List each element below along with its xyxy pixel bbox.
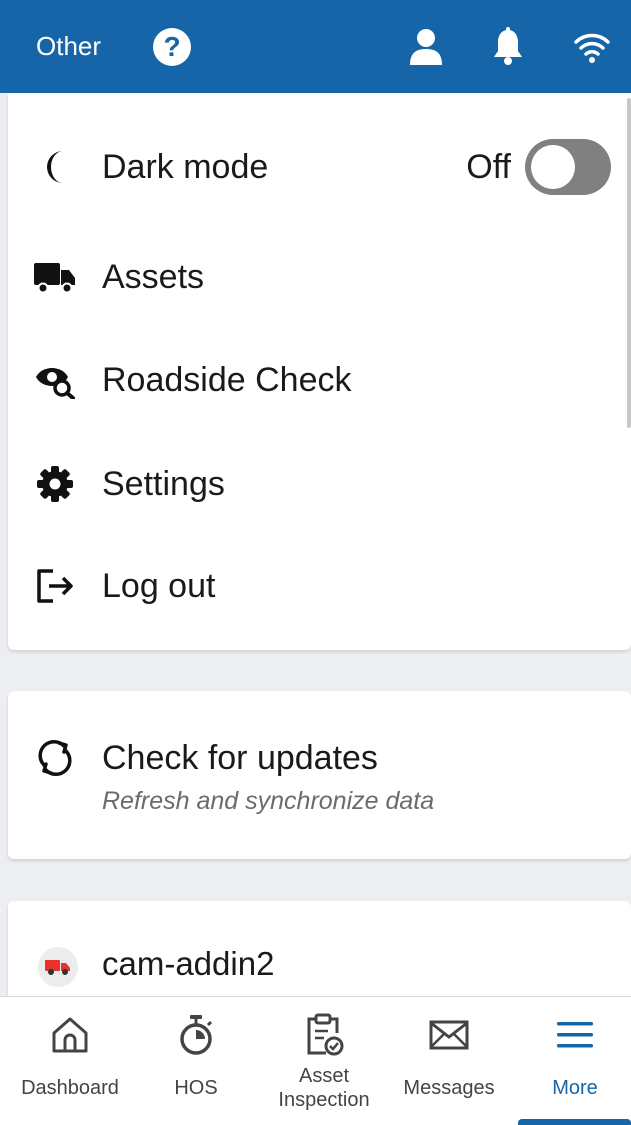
nav-label: Asset Inspection	[278, 1065, 370, 1111]
bell-icon[interactable]	[493, 26, 523, 67]
toggle-state-label: Off	[466, 147, 511, 186]
nav-dashboard[interactable]: Dashboard	[10, 997, 130, 1125]
menu-item-settings[interactable]: Settings	[8, 454, 631, 514]
toggle-knob	[531, 145, 575, 189]
menu-item-label: Settings	[102, 464, 225, 503]
envelope-icon	[427, 1013, 471, 1057]
logout-icon	[34, 565, 76, 607]
nav-label: HOS	[174, 1077, 218, 1099]
eye-search-icon	[34, 359, 76, 401]
truck-badge-icon	[38, 947, 78, 987]
nav-asset-inspection[interactable]: Asset Inspection	[264, 997, 384, 1125]
page-title: Other	[36, 31, 102, 61]
toggle-track[interactable]	[525, 139, 611, 195]
asset-name: cam-addin2	[102, 945, 275, 982]
menu-card: Dark mode Off Assets Roadside Check Sett…	[8, 93, 631, 650]
header-actions	[359, 26, 611, 67]
asset-card[interactable]: cam-addin2	[8, 901, 631, 1001]
nav-label: Dashboard	[21, 1077, 119, 1099]
dark-mode-switch[interactable]: Off	[466, 139, 611, 195]
bottom-nav: Dashboard HOS Asset Inspection Messages …	[0, 996, 631, 1125]
menu-item-label: Assets	[102, 257, 205, 296]
nav-messages[interactable]: Messages	[389, 997, 509, 1125]
user-icon[interactable]	[409, 28, 443, 66]
dark-mode-label: Dark mode	[102, 147, 269, 186]
active-tab-indicator	[518, 1119, 631, 1125]
nav-label: Messages	[403, 1077, 495, 1099]
stopwatch-icon	[174, 1013, 218, 1057]
check-updates-subtitle: Refresh and synchronize data	[102, 787, 435, 815]
menu-item-label: Roadside Check	[102, 360, 352, 399]
truck-icon	[34, 256, 76, 298]
nav-hos[interactable]: HOS	[136, 997, 256, 1125]
sync-icon	[34, 737, 76, 779]
menu-icon	[553, 1013, 597, 1057]
check-updates-title: Check for updates	[102, 738, 378, 777]
check-updates-row[interactable]: Check for updates	[8, 728, 631, 788]
dark-mode-row[interactable]: Dark mode Off	[8, 137, 631, 197]
gear-icon	[34, 463, 76, 505]
wifi-icon[interactable]	[573, 30, 611, 64]
clipboard-check-icon	[302, 1013, 346, 1057]
moon-icon	[34, 146, 76, 188]
menu-item-assets[interactable]: Assets	[8, 247, 631, 307]
home-icon	[48, 1013, 92, 1057]
check-updates-card[interactable]: Check for updates Refresh and synchroniz…	[8, 691, 631, 859]
menu-item-roadside-check[interactable]: Roadside Check	[8, 350, 631, 410]
nav-label: More	[552, 1077, 598, 1099]
app-header: Other ?	[0, 0, 631, 93]
help-icon[interactable]: ?	[153, 27, 192, 66]
scrollbar[interactable]	[627, 98, 631, 428]
nav-more[interactable]: More	[515, 997, 631, 1125]
menu-item-label: Log out	[102, 566, 216, 605]
menu-item-log-out[interactable]: Log out	[8, 556, 631, 616]
